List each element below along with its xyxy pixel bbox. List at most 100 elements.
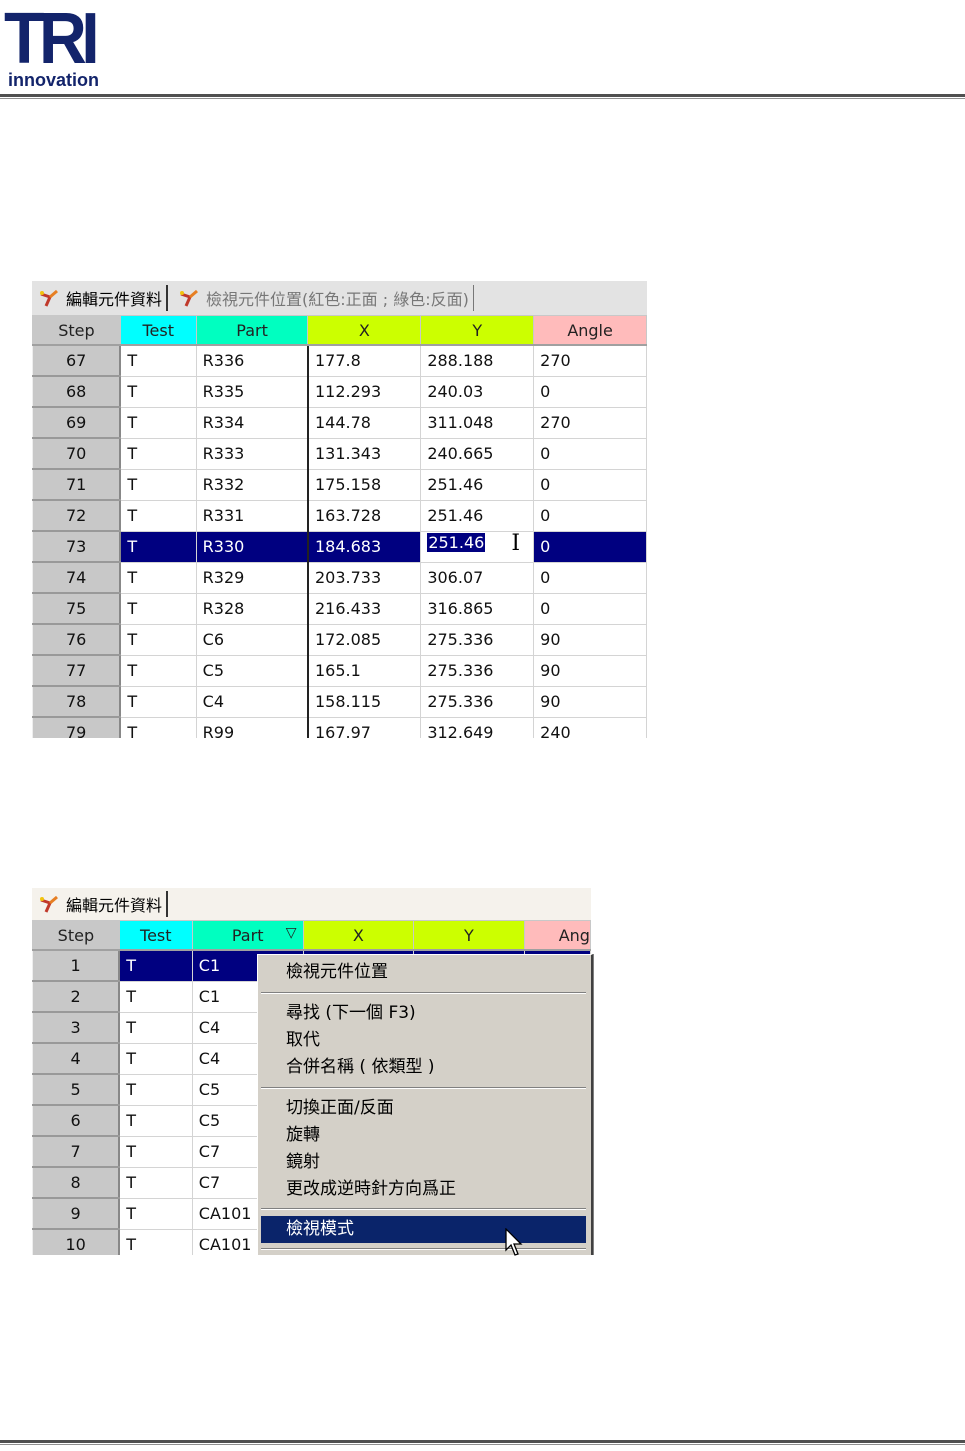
cell-test[interactable]: T bbox=[119, 716, 197, 738]
cell-angle[interactable]: 0 bbox=[533, 499, 647, 532]
cell-angle[interactable]: 270 bbox=[533, 406, 647, 439]
cell-x[interactable]: 112.293 bbox=[306, 375, 422, 408]
cell-x[interactable]: 158.115 bbox=[306, 685, 422, 718]
cell-test[interactable]: T bbox=[118, 1135, 193, 1168]
table-row[interactable]: 71 T R332 175.158 251.46 0 bbox=[32, 468, 647, 501]
cell-x[interactable]: 184.683 bbox=[306, 530, 422, 563]
cell-step[interactable]: 6 bbox=[32, 1104, 121, 1137]
table-row[interactable]: 74 T R329 203.733 306.07 0 bbox=[32, 561, 647, 594]
cell-part[interactable]: R99 bbox=[195, 716, 309, 738]
table-row[interactable]: 75 T R328 216.433 316.865 0 bbox=[32, 592, 647, 625]
cell-editor-text[interactable]: 251.46 bbox=[427, 533, 486, 552]
cell-x[interactable]: 131.343 bbox=[306, 437, 422, 470]
cell-test[interactable]: T bbox=[118, 1011, 193, 1044]
column-header-part[interactable]: Part bbox=[195, 315, 309, 346]
cell-y[interactable]: 306.07 bbox=[420, 561, 535, 594]
menu-item[interactable]: 取代 bbox=[261, 1027, 586, 1054]
cell-test[interactable]: T bbox=[119, 499, 197, 532]
cell-y[interactable]: 275.336 bbox=[420, 623, 535, 656]
cell-step[interactable]: 74 bbox=[32, 561, 122, 594]
cell-part[interactable]: R330 bbox=[195, 530, 309, 563]
cell-x[interactable]: 177.8 bbox=[306, 344, 422, 377]
cell-step[interactable]: 5 bbox=[32, 1073, 121, 1106]
cell-test[interactable]: T bbox=[119, 344, 197, 377]
table-row[interactable]: 69 T R334 144.78 311.048 270 bbox=[32, 406, 647, 439]
cell-step[interactable]: 10 bbox=[32, 1228, 121, 1255]
cell-angle[interactable]: 0 bbox=[533, 437, 647, 470]
cell-test[interactable]: T bbox=[119, 530, 197, 563]
cell-test[interactable]: T bbox=[118, 1073, 193, 1106]
menu-item[interactable]: 檢視模式 bbox=[261, 1216, 586, 1243]
cell-test[interactable]: T bbox=[119, 468, 197, 501]
table-row[interactable]: 70 T R333 131.343 240.665 0 bbox=[32, 437, 647, 470]
cell-test[interactable]: T bbox=[119, 685, 197, 718]
cell-part[interactable]: R334 bbox=[195, 406, 309, 439]
column-header-step[interactable]: Step bbox=[32, 315, 121, 346]
cell-x[interactable]: 165.1 bbox=[306, 654, 422, 687]
table-row[interactable]: 79 T R99 167.97 312.649 240 bbox=[32, 716, 647, 738]
cell-test[interactable]: T bbox=[119, 592, 197, 625]
cell-angle[interactable]: 0 bbox=[533, 468, 647, 501]
cell-step[interactable]: 2 bbox=[32, 980, 121, 1013]
cell-y[interactable]: 316.865 bbox=[420, 592, 535, 625]
cell-y[interactable]: 251.46 bbox=[420, 499, 535, 532]
cell-step[interactable]: 3 bbox=[32, 1011, 121, 1044]
cell-test[interactable]: T bbox=[118, 949, 193, 982]
column-header-angle[interactable]: Angle bbox=[533, 315, 647, 346]
cell-test[interactable]: T bbox=[118, 980, 193, 1013]
cell-part[interactable]: R336 bbox=[195, 344, 309, 377]
cell-part[interactable]: C6 bbox=[195, 623, 309, 656]
cell-test[interactable]: T bbox=[119, 437, 197, 470]
cell-y[interactable]: 288.188 bbox=[420, 344, 535, 377]
tab-edit-component-data[interactable]: 編輯元件資料 bbox=[32, 891, 169, 917]
cell-step[interactable]: 71 bbox=[32, 468, 122, 501]
menu-item[interactable]: 檢視元件位置 bbox=[261, 959, 586, 986]
column-header-x[interactable]: X bbox=[302, 920, 415, 951]
table-row[interactable]: 73 T R330 184.683 251.46 I 0 bbox=[32, 530, 647, 563]
cell-angle[interactable]: 0 bbox=[533, 561, 647, 594]
cell-x[interactable]: 163.728 bbox=[306, 499, 422, 532]
filter-icon[interactable]: ▽ bbox=[286, 925, 297, 941]
cell-angle[interactable]: 0 bbox=[533, 592, 647, 625]
cell-test[interactable]: T bbox=[118, 1042, 193, 1075]
menu-item[interactable]: 尋找 (下一個 F3) bbox=[261, 1000, 586, 1027]
column-header-part[interactable]: Part ▽ bbox=[191, 920, 304, 951]
cell-step[interactable]: 67 bbox=[32, 344, 122, 377]
column-header-y[interactable]: Y bbox=[420, 315, 535, 346]
table-row[interactable]: 78 T C4 158.115 275.336 90 bbox=[32, 685, 647, 718]
cell-part[interactable]: C4 bbox=[195, 685, 309, 718]
cell-angle[interactable]: 0 bbox=[533, 530, 647, 563]
cell-step[interactable]: 68 bbox=[32, 375, 122, 408]
cell-y[interactable]: 240.03 bbox=[420, 375, 535, 408]
menu-item[interactable]: 鏡射 bbox=[261, 1149, 586, 1176]
table-row[interactable]: 68 T R335 112.293 240.03 0 bbox=[32, 375, 647, 408]
cell-x[interactable]: 144.78 bbox=[306, 406, 422, 439]
column-header-x[interactable]: X bbox=[307, 315, 422, 346]
cell-test[interactable]: T bbox=[118, 1197, 193, 1230]
cell-angle[interactable]: 270 bbox=[533, 344, 647, 377]
cell-angle[interactable]: 90 bbox=[533, 623, 647, 656]
cell-test[interactable]: T bbox=[118, 1166, 193, 1199]
cell-step[interactable]: 77 bbox=[32, 654, 122, 687]
cell-part[interactable]: R329 bbox=[195, 561, 309, 594]
cell-test[interactable]: T bbox=[119, 654, 197, 687]
cell-step[interactable]: 76 bbox=[32, 623, 122, 656]
cell-x[interactable]: 167.97 bbox=[306, 716, 422, 738]
column-header-test[interactable]: Test bbox=[118, 920, 193, 951]
cell-part[interactable]: R333 bbox=[195, 437, 309, 470]
cell-angle[interactable]: 90 bbox=[533, 654, 647, 687]
cell-step[interactable]: 79 bbox=[32, 716, 122, 738]
cell-x[interactable]: 172.085 bbox=[306, 623, 422, 656]
menu-item[interactable]: 更改成逆時針方向爲正 bbox=[261, 1176, 586, 1203]
cell-part[interactable]: R331 bbox=[195, 499, 309, 532]
cell-step[interactable]: 7 bbox=[32, 1135, 121, 1168]
cell-y[interactable]: 275.336 bbox=[420, 685, 535, 718]
menu-item[interactable]: 合併名稱 ( 依類型 ) bbox=[261, 1054, 586, 1081]
column-header-step[interactable]: Step bbox=[32, 920, 120, 951]
cell-test[interactable]: T bbox=[118, 1104, 193, 1137]
cell-y[interactable]: 275.336 bbox=[420, 654, 535, 687]
cell-step[interactable]: 9 bbox=[32, 1197, 121, 1230]
column-header-test[interactable]: Test bbox=[119, 315, 197, 346]
cell-x[interactable]: 175.158 bbox=[306, 468, 422, 501]
cell-step[interactable]: 72 bbox=[32, 499, 122, 532]
